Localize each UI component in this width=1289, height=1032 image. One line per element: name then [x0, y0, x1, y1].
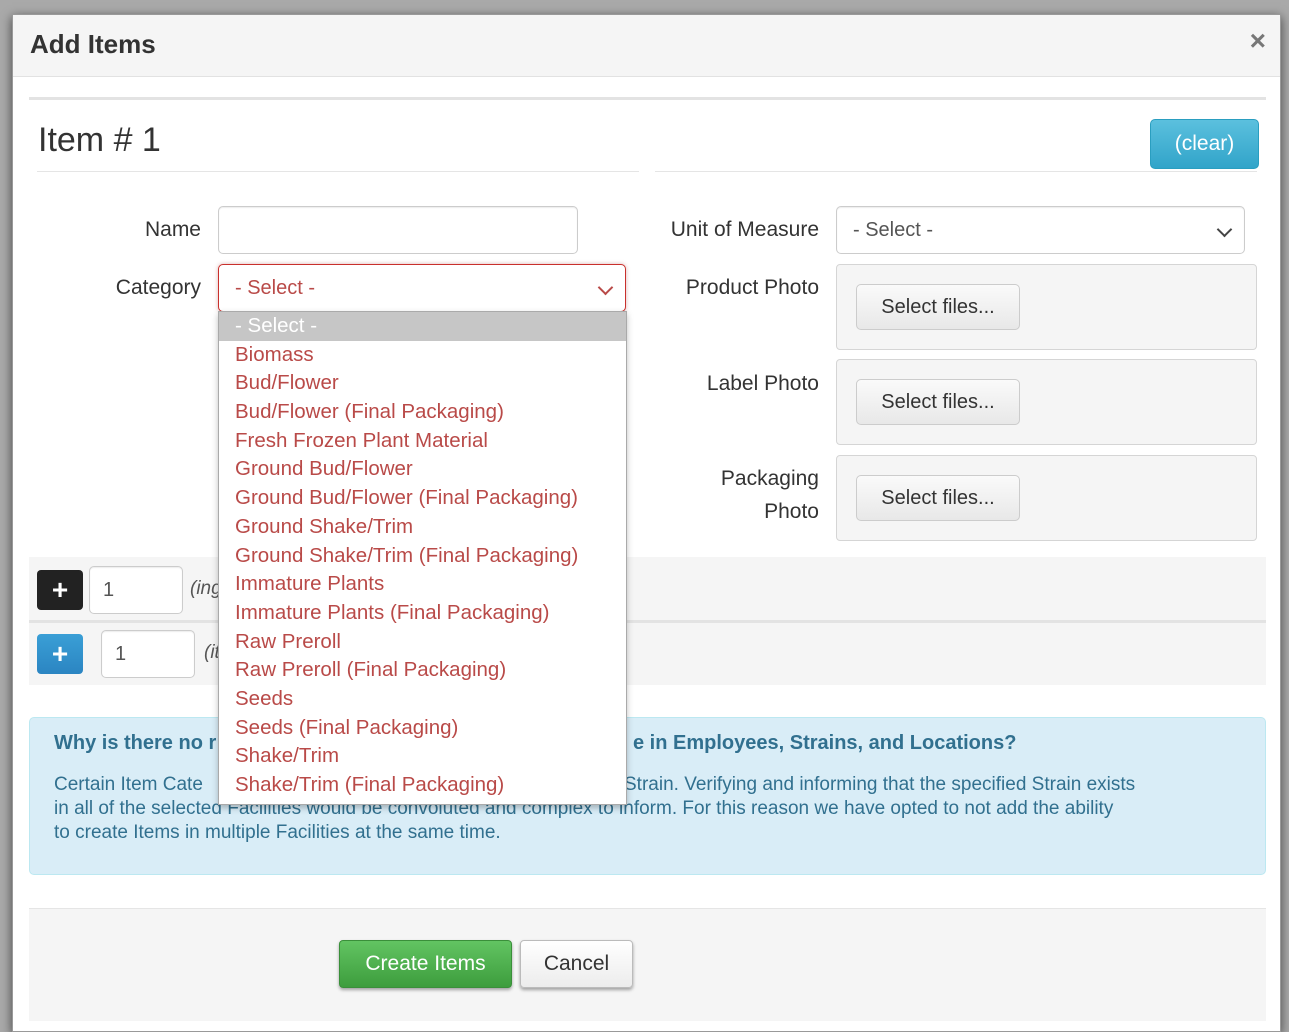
top-divider [29, 97, 1266, 100]
category-option[interactable]: Shake/Trim (Final Packaging) [219, 771, 626, 800]
category-option[interactable]: Seeds (Final Packaging) [219, 714, 626, 743]
info-alert: Why is there no r e in Employees, Strain… [29, 717, 1266, 875]
chevron-down-icon [1216, 221, 1233, 238]
add-items-modal: Add Items × Item # 1 (clear) Name Catego… [12, 14, 1281, 1032]
category-option[interactable]: - Select - [219, 312, 626, 341]
category-option[interactable]: Biomass [219, 341, 626, 370]
category-option[interactable]: Ground Bud/Flower [219, 455, 626, 484]
packaging-photo-label-line1: Packaging [720, 467, 819, 490]
category-select[interactable]: - Select - [218, 264, 626, 312]
label-photo-select-files-button[interactable]: Select files... [856, 379, 1020, 425]
label-photo-label: Label Photo [706, 372, 819, 395]
item-add-row: + 1 (it [29, 623, 1266, 685]
category-label: Category [115, 276, 201, 299]
category-select-value: - Select - [235, 277, 316, 299]
modal-title: Add Items [30, 29, 156, 59]
category-dropdown-list: - Select - Biomass Bud/Flower Bud/Flower (F… [218, 311, 627, 805]
modal-footer: Create Items Cancel [29, 908, 1266, 1021]
packaging-photo-label-line2: Photo [764, 500, 819, 523]
category-option[interactable]: Fresh Frozen Plant Material [219, 427, 626, 456]
info-line1-start: Certain Item Cate [54, 774, 203, 795]
packaging-photo-select-files-button[interactable]: Select files... [856, 475, 1020, 521]
category-option[interactable]: Immature Plants (Final Packaging) [219, 599, 626, 628]
clear-button[interactable]: (clear) [1150, 119, 1259, 169]
info-title-end: e in Employees, Strains, and Locations? [633, 732, 1017, 754]
heading-divider-left [37, 171, 639, 172]
name-input[interactable] [218, 206, 578, 254]
modal-header: Add Items × [13, 15, 1280, 77]
label-photo-well: Select files... [836, 359, 1257, 445]
ingredient-count-input[interactable]: 1 [89, 566, 183, 614]
category-option[interactable]: Seeds [219, 685, 626, 714]
ingredient-add-row: + 1 (ing [29, 557, 1266, 620]
category-option[interactable]: Shake/Trim [219, 742, 626, 771]
category-option[interactable]: Raw Preroll [219, 628, 626, 657]
chevron-down-icon [597, 279, 614, 296]
product-photo-label: Product Photo [685, 276, 819, 299]
category-option[interactable]: Ground Shake/Trim (Final Packaging) [219, 542, 626, 571]
unit-of-measure-select[interactable]: - Select - [836, 206, 1245, 254]
unit-of-measure-label: Unit of Measure [670, 218, 819, 241]
info-title-start: Why is there no r [54, 732, 217, 754]
add-ingredient-button[interactable]: + [37, 570, 83, 610]
info-line1-end: Strain. Verifying and informing that the… [624, 774, 1136, 795]
add-item-button[interactable]: + [37, 634, 83, 674]
info-line3: to create Items in multiple Facilities a… [54, 822, 501, 843]
category-option[interactable]: Immature Plants [219, 570, 626, 599]
ingredient-hint: (ing [190, 578, 222, 599]
heading-divider-right [655, 171, 1257, 172]
category-option[interactable]: Ground Bud/Flower (Final Packaging) [219, 484, 626, 513]
product-photo-well: Select files... [836, 264, 1257, 350]
unit-of-measure-value: - Select - [853, 219, 934, 241]
name-label: Name [144, 218, 201, 241]
cancel-button[interactable]: Cancel [520, 940, 633, 988]
close-icon[interactable]: × [1250, 25, 1266, 57]
category-option[interactable]: Raw Preroll (Final Packaging) [219, 656, 626, 685]
category-option[interactable]: Ground Shake/Trim [219, 513, 626, 542]
category-option[interactable]: Bud/Flower [219, 369, 626, 398]
create-items-button[interactable]: Create Items [339, 940, 512, 988]
category-option[interactable]: Bud/Flower (Final Packaging) [219, 398, 626, 427]
product-photo-select-files-button[interactable]: Select files... [856, 284, 1020, 330]
packaging-photo-well: Select files... [836, 455, 1257, 541]
item-heading: Item # 1 [38, 121, 161, 159]
item-count-input[interactable]: 1 [101, 630, 195, 678]
